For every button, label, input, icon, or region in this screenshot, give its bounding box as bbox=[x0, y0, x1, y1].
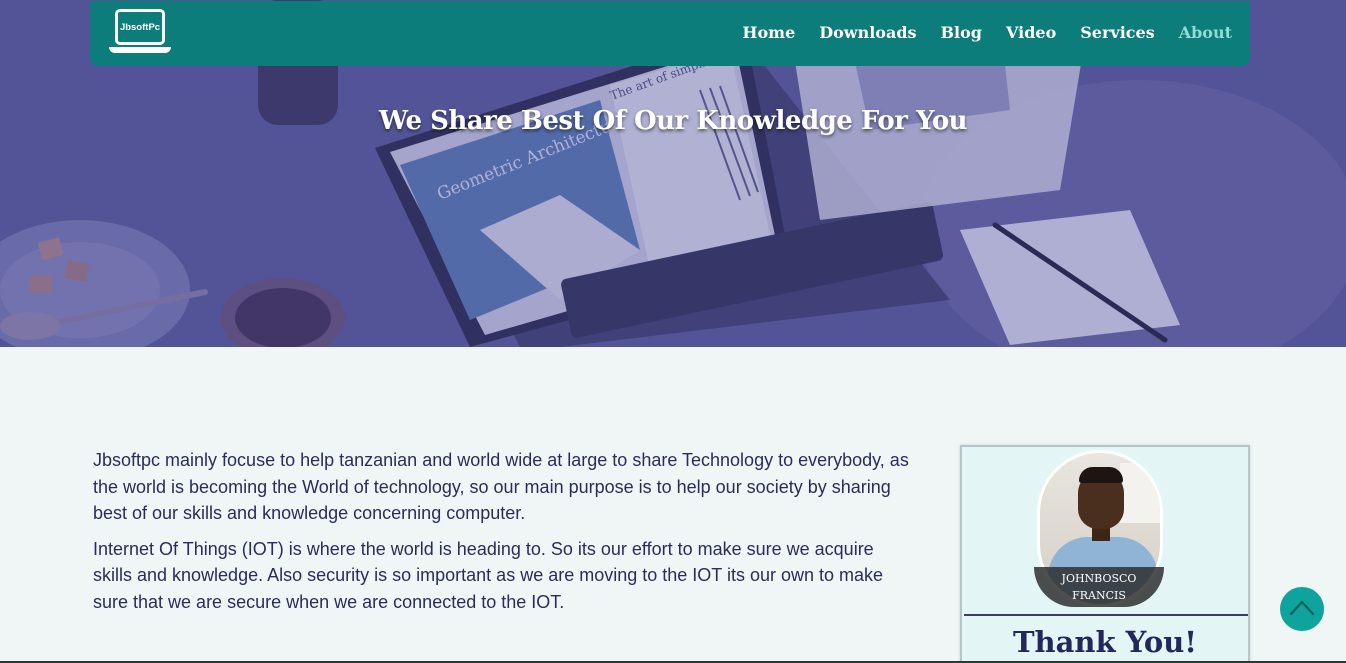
nav-link-video[interactable]: Video bbox=[1006, 23, 1056, 42]
thank-you-heading: Thank You! bbox=[1012, 625, 1198, 659]
profile-name-first: JOHNBOSCO bbox=[1061, 572, 1137, 585]
nav-link-about[interactable]: About bbox=[1179, 23, 1232, 42]
site-logo[interactable]: JbsoftPc bbox=[109, 9, 171, 55]
profile-name-last: FRANCIS bbox=[1072, 589, 1126, 602]
logo-text: JbsoftPc bbox=[119, 22, 161, 33]
laptop-base bbox=[109, 47, 171, 53]
about-paragraph-2: Internet Of Things (IOT) is where the wo… bbox=[93, 538, 884, 612]
hero-title: We Share Best Of Our Knowledge For You bbox=[378, 106, 968, 136]
laptop-icon: JbsoftPc bbox=[115, 9, 165, 45]
top-navbar: JbsoftPc Home Downloads Blog Video Servi… bbox=[90, 1, 1250, 66]
profile-card: JOHNBOSCO FRANCIS Thank You! bbox=[960, 445, 1250, 663]
card-divider bbox=[964, 614, 1248, 616]
profile-name-label: JOHNBOSCO FRANCIS bbox=[1034, 567, 1164, 607]
main-nav: Home Downloads Blog Video Services About bbox=[718, 23, 1232, 42]
about-paragraph-1: Jbsoftpc mainly focuse to help tanzanian… bbox=[93, 450, 909, 523]
about-content: Jbsoftpc mainly focuse to help tanzanian… bbox=[93, 447, 913, 624]
nav-link-blog[interactable]: Blog bbox=[941, 23, 982, 42]
nav-link-services[interactable]: Services bbox=[1080, 23, 1154, 42]
scroll-to-top-button[interactable] bbox=[1280, 587, 1324, 631]
chevron-up-icon bbox=[1289, 600, 1315, 616]
nav-link-home[interactable]: Home bbox=[742, 23, 795, 42]
nav-link-downloads[interactable]: Downloads bbox=[819, 23, 916, 42]
